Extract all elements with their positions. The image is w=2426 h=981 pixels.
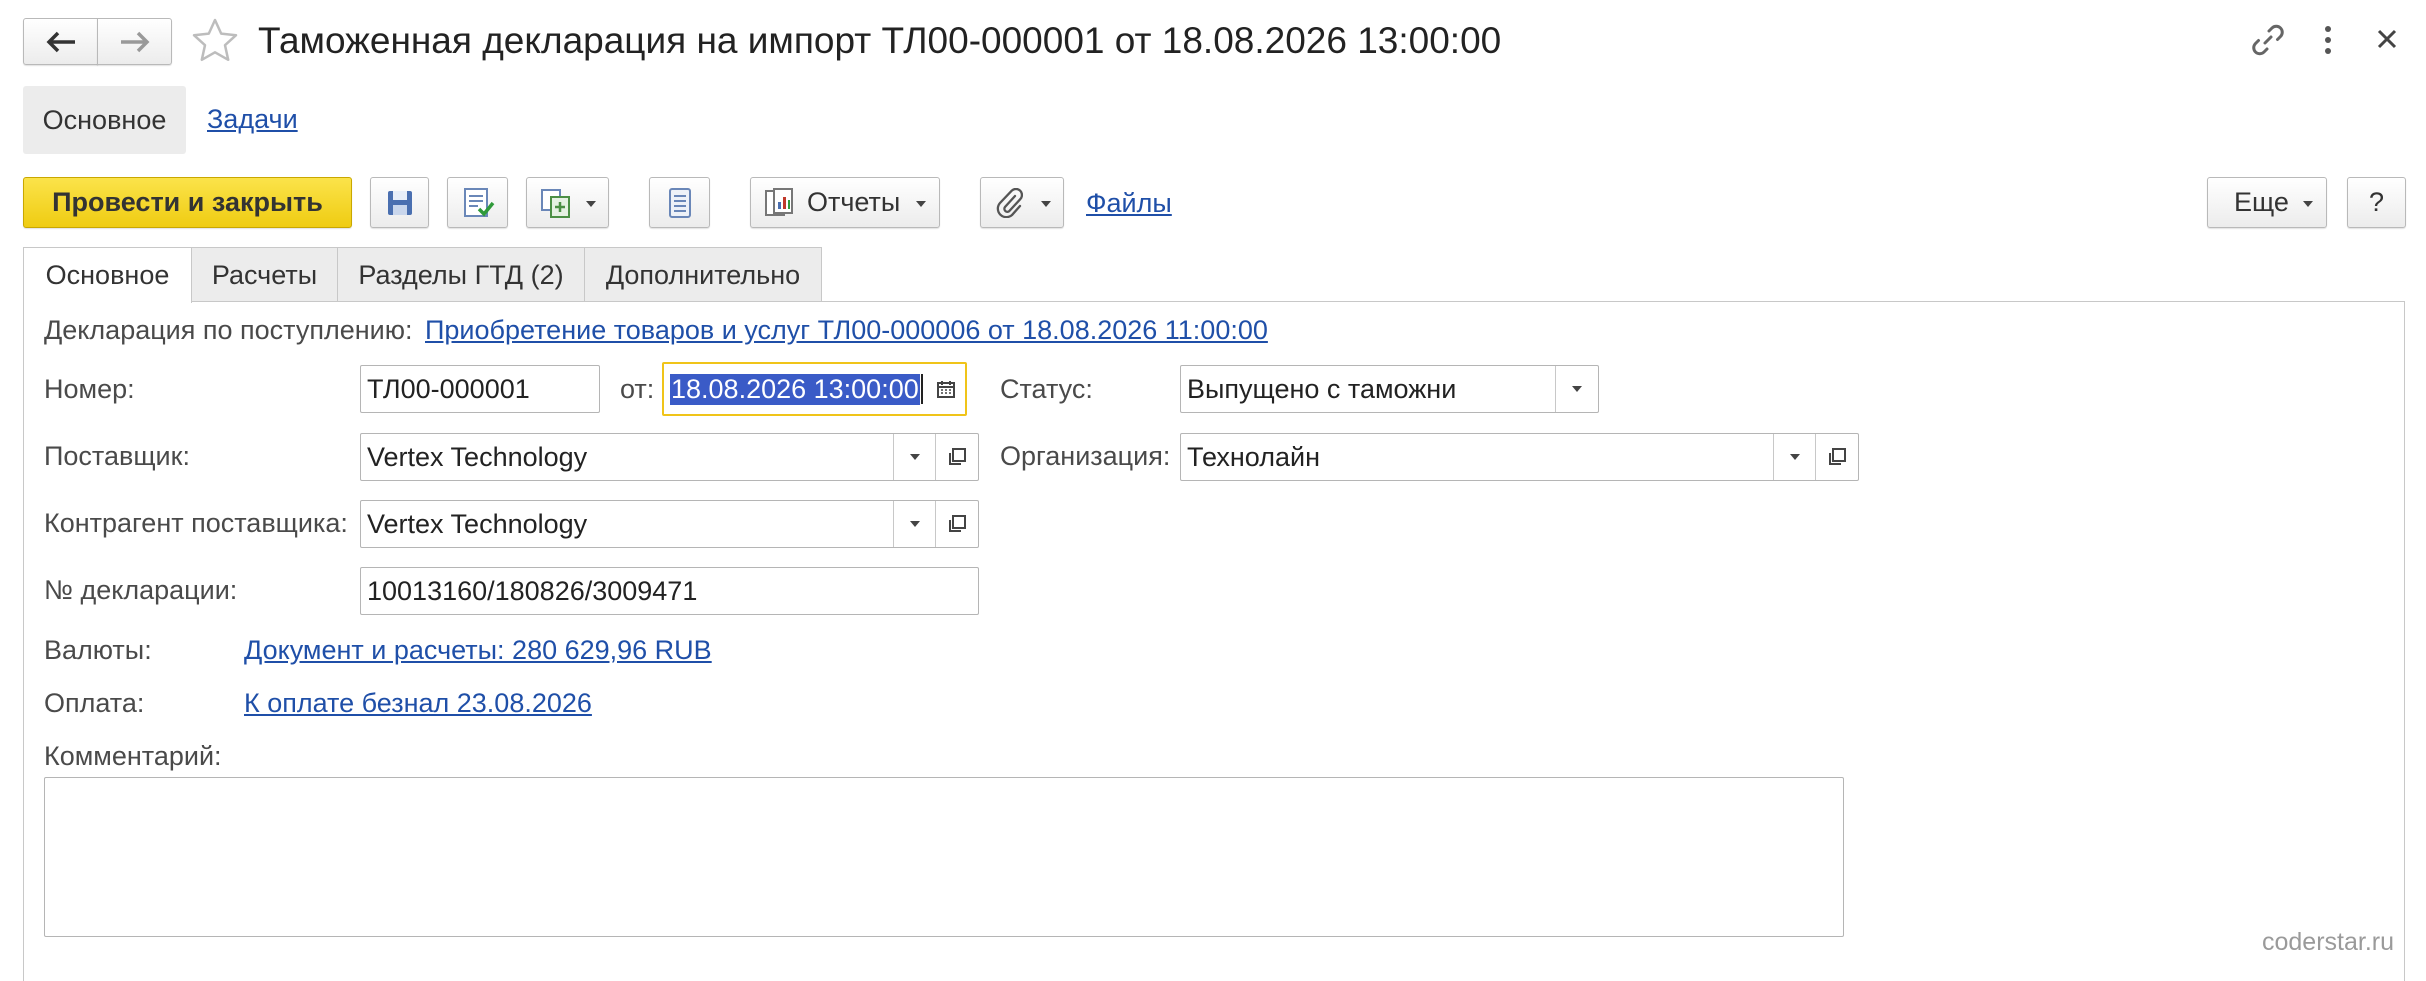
counterparty-value: Vertex Technology <box>367 508 588 539</box>
attachments-button[interactable] <box>980 177 1064 228</box>
open-form-icon <box>949 515 966 532</box>
tab-additional-label: Дополнительно <box>605 259 801 290</box>
chevron-down-icon <box>1041 201 1051 207</box>
text-cursor <box>920 374 923 404</box>
more-button[interactable]: Еще <box>2207 177 2327 228</box>
post-and-close-label: Провести и закрыть <box>52 187 323 217</box>
organization-field[interactable]: Технолайн <box>1180 433 1859 481</box>
tab-main[interactable]: Основное <box>23 247 192 303</box>
post-button[interactable] <box>447 177 508 228</box>
nav-section-tasks[interactable]: Задачи <box>207 104 298 135</box>
payment-link[interactable]: К оплате безнал 23.08.2026 <box>244 688 592 719</box>
supplier-value: Vertex Technology <box>367 441 588 472</box>
close-icon[interactable] <box>2374 26 2400 52</box>
more-label: Еще <box>2234 187 2289 217</box>
status-dropdown-button[interactable] <box>1555 366 1598 412</box>
counterparty-field[interactable]: Vertex Technology <box>360 500 979 548</box>
counterparty-dropdown-button[interactable] <box>893 501 936 547</box>
date-selection: 18.08.2026 13:00:00 <box>670 373 920 405</box>
chevron-down-icon <box>2303 201 2313 207</box>
tab-calculations[interactable]: Расчеты <box>191 247 338 302</box>
counterparty-open-button[interactable] <box>935 501 978 547</box>
star-icon[interactable] <box>190 16 240 66</box>
paperclip-icon <box>996 187 1023 218</box>
tab-main-label: Основное <box>45 260 170 290</box>
window-title: Таможенная декларация на импорт ТЛ00-000… <box>258 20 1502 61</box>
declaration-number-value: 10013160/180826/3009471 <box>367 575 698 606</box>
more-vertical-icon[interactable] <box>2318 22 2338 58</box>
chevron-down-icon <box>916 201 926 207</box>
number-field[interactable]: ТЛ00-000001 <box>360 365 600 413</box>
declaration-number-label: № декларации: <box>44 575 238 605</box>
nav-section-main[interactable]: Основное <box>23 86 186 154</box>
comment-label: Комментарий: <box>44 741 222 771</box>
date-value: 18.08.2026 13:00:00 <box>670 364 923 414</box>
chevron-down-icon <box>1572 386 1582 392</box>
number-value: ТЛ00-000001 <box>367 373 530 404</box>
payment-label: Оплата: <box>44 688 145 718</box>
number-label: Номер: <box>44 374 135 404</box>
supplier-dropdown-button[interactable] <box>893 434 936 480</box>
tab-additional[interactable]: Дополнительно <box>584 247 822 302</box>
chevron-down-icon <box>1790 454 1800 460</box>
tab-gtd-sections-label: Разделы ГТД (2) <box>358 259 564 290</box>
counterparty-label: Контрагент поставщика: <box>44 508 348 538</box>
save-icon <box>387 190 412 215</box>
tab-calculations-label: Расчеты <box>211 259 318 290</box>
status-label: Статус: <box>1000 374 1093 404</box>
tab-gtd-sections[interactable]: Разделы ГТД (2) <box>337 247 585 302</box>
basis-label: Декларация по поступлению: <box>44 315 413 345</box>
declaration-number-field[interactable]: 10013160/180826/3009471 <box>360 567 979 615</box>
basis-document-link[interactable]: Приобретение товаров и услуг ТЛ00-000006… <box>425 315 1268 346</box>
open-form-icon <box>1829 448 1846 465</box>
create-based-on-button[interactable] <box>526 177 609 228</box>
forward-button[interactable] <box>97 18 172 65</box>
comment-textarea[interactable] <box>44 777 1844 937</box>
arrow-left-icon <box>46 31 75 52</box>
post-icon <box>463 187 494 217</box>
calendar-icon <box>937 381 955 398</box>
calendar-button[interactable] <box>927 364 965 414</box>
organization-dropdown-button[interactable] <box>1773 434 1816 480</box>
organization-open-button[interactable] <box>1815 434 1858 480</box>
supplier-field[interactable]: Vertex Technology <box>360 433 979 481</box>
date-field[interactable]: 18.08.2026 13:00:00 <box>662 362 967 416</box>
create-based-on-icon <box>541 188 570 218</box>
chevron-down-icon <box>910 454 920 460</box>
supplier-label: Поставщик: <box>44 441 190 471</box>
structure-icon <box>668 187 691 218</box>
organization-label: Организация: <box>1000 441 1171 471</box>
post-and-close-button[interactable]: Провести и закрыть <box>23 177 352 228</box>
help-button[interactable]: ? <box>2347 177 2406 228</box>
open-form-icon <box>949 448 966 465</box>
status-value: Выпущено с таможни <box>1187 373 1457 404</box>
files-link[interactable]: Файлы <box>1086 188 1172 219</box>
nav-section-main-label: Основное <box>42 104 167 135</box>
arrow-right-icon <box>120 31 149 52</box>
date-label: от: <box>620 374 655 404</box>
organization-value: Технолайн <box>1187 441 1320 472</box>
structure-button[interactable] <box>649 177 710 228</box>
help-label: ? <box>2368 187 2385 217</box>
chevron-down-icon <box>910 521 920 527</box>
reports-icon <box>765 187 793 216</box>
chevron-down-icon <box>586 201 596 207</box>
status-select[interactable]: Выпущено с таможни <box>1180 365 1599 413</box>
currency-label: Валюты: <box>44 635 152 665</box>
currency-link[interactable]: Документ и расчеты: 280 629,96 RUB <box>244 635 712 666</box>
back-button[interactable] <box>23 18 98 65</box>
save-button[interactable] <box>370 177 429 228</box>
supplier-open-button[interactable] <box>935 434 978 480</box>
reports-button[interactable]: Отчеты <box>750 177 940 228</box>
reports-label: Отчеты <box>807 187 901 217</box>
link-icon[interactable] <box>2250 22 2286 58</box>
watermark: coderstar.ru <box>2262 928 2395 956</box>
